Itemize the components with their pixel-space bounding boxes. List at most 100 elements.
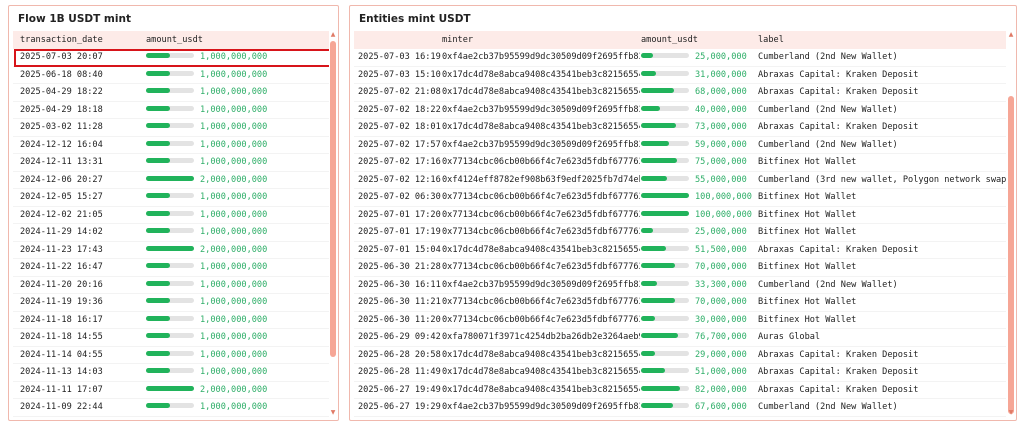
amount-value: 55,000,000 — [695, 174, 747, 185]
label-cell: Abraxas Capital: Kraken Deposit — [758, 244, 919, 255]
amount-cell: 1,000,000,000 — [146, 329, 326, 347]
minter-address-cell: 0xf4ae2cb37b95599d9dc30509d09f2695ffb830… — [442, 279, 640, 290]
table-row[interactable]: 2025-06-27 19:29 0xf4ae2cb37b95599d9dc305… — [354, 399, 1006, 417]
scrollbar-thumb[interactable] — [1008, 96, 1014, 414]
table-row[interactable]: 2025-07-02 06:30 0x77134cbc06cb00b66f4c7e… — [354, 189, 1006, 207]
caret-down-icon[interactable]: ▼ — [329, 409, 337, 417]
amount-cell: 2,000,000,000 — [146, 242, 326, 260]
flow-mint-table: transaction_date amount_usdt 2025-07-03 … — [13, 31, 336, 417]
minter-address-cell: 0xf4ae2cb37b95599d9dc30509d09f2695ffb830… — [442, 139, 640, 150]
vertical-scrollbar[interactable]: ▲ ▼ — [329, 31, 337, 417]
amount-value: 29,000,000 — [695, 349, 747, 360]
minter-address-cell: 0x77134cbc06cb00b66f4c7e623d5fdbf6777635… — [442, 192, 640, 202]
amount-value: 70,000,000 — [695, 262, 747, 272]
table-row[interactable]: 2024-11-11 17:07 2,000,000,000 — [13, 382, 335, 399]
amount-value: 1,000,000,000 — [200, 87, 268, 97]
amount-value: 2,000,000,000 — [200, 384, 268, 395]
caret-up-icon[interactable]: ▲ — [329, 31, 337, 39]
date-cell: 2025-07-01 17:19 — [358, 227, 441, 237]
table-row[interactable]: 2025-07-02 12:16 0xf4124eff8782ef908b63f9… — [354, 172, 1006, 190]
transaction-date-cell: 2024-11-19 19:36 — [20, 297, 103, 307]
table-row[interactable]: 2025-07-02 17:57 0xf4ae2cb37b95599d9dc305… — [354, 137, 1006, 155]
label-cell: Abraxas Capital: Kraken Deposit — [758, 384, 919, 395]
minter-address-cell: 0xf4ae2cb37b95599d9dc30509d09f2695ffb830… — [442, 402, 640, 412]
table-row[interactable]: 2025-04-29 18:22 1,000,000,000 — [13, 84, 335, 102]
table-row[interactable]: 2025-07-01 17:20 0x77134cbc06cb00b66f4c7e… — [354, 207, 1006, 224]
amount-bar-fill — [641, 193, 689, 198]
table-row[interactable]: 2024-12-02 21:05 1,000,000,000 — [13, 207, 335, 224]
transaction-date-cell: 2024-12-12 16:04 — [20, 139, 103, 150]
table-row[interactable]: 2024-11-22 16:47 1,000,000,000 — [13, 259, 335, 277]
label-cell: Bitfinex Hot Wallet — [758, 297, 857, 307]
amount-bar — [641, 105, 689, 111]
table-row[interactable]: 2025-07-01 17:19 0x77134cbc06cb00b66f4c7e… — [354, 224, 1006, 242]
table-row[interactable]: 2024-11-14 04:55 1,000,000,000 — [13, 347, 335, 364]
table-row[interactable]: 2024-11-13 14:03 1,000,000,000 — [13, 364, 335, 382]
table-row[interactable]: 2025-07-02 18:01 0x17dc4d78e8abca9408c435… — [354, 119, 1006, 137]
table-row[interactable]: 2024-11-19 19:36 1,000,000,000 — [13, 294, 335, 312]
table-row[interactable]: 2025-07-03 20:07 1,000,000,000 — [13, 49, 335, 67]
table-row[interactable]: 2024-11-29 14:02 1,000,000,000 — [13, 224, 335, 242]
table-row[interactable]: 2024-12-05 15:27 1,000,000,000 — [13, 189, 335, 207]
amount-cell: 55,000,000 — [641, 172, 756, 190]
table-row[interactable]: 2025-06-28 11:49 0x17dc4d78e8abca9408c435… — [354, 364, 1006, 382]
amount-bar-fill — [641, 385, 681, 391]
caret-up-icon[interactable]: ▲ — [1007, 31, 1015, 39]
table-row[interactable]: 2024-11-09 22:44 1,000,000,000 — [13, 399, 335, 417]
amount-bar — [146, 315, 194, 321]
table-row[interactable]: 2025-06-27 19:49 0x17dc4d78e8abca9408c435… — [354, 382, 1006, 399]
column-header-transaction-date[interactable]: transaction_date — [20, 31, 103, 49]
vertical-scrollbar[interactable]: ▲ ▼ — [1007, 31, 1015, 417]
table-row[interactable]: 2025-06-30 11:21 0x77134cbc06cb00b66f4c7e… — [354, 294, 1006, 312]
table-row[interactable]: 2024-11-18 14:55 1,000,000,000 — [13, 329, 335, 347]
table-row[interactable]: 2025-07-02 21:08 0x17dc4d78e8abca9408c435… — [354, 84, 1006, 102]
amount-bar-fill — [641, 105, 661, 111]
amount-value: 76,700,000 — [695, 332, 747, 342]
amount-cell: 75,000,000 — [641, 154, 756, 172]
minter-address-cell: 0xf4ae2cb37b95599d9dc30509d09f2695ffb830… — [442, 104, 640, 115]
column-header-label[interactable]: label — [758, 31, 1006, 49]
table-body: 2025-07-03 16:19 0xf4ae2cb37b95599d9dc305… — [354, 49, 1006, 417]
caret-down-icon[interactable]: ▼ — [1007, 409, 1015, 417]
table-row[interactable]: 2024-11-20 20:16 1,000,000,000 — [13, 277, 335, 294]
table-row[interactable]: 2025-04-29 18:18 1,000,000,000 — [13, 102, 335, 119]
amount-value: 1,000,000,000 — [200, 157, 268, 167]
minter-address-cell: 0x77134cbc06cb00b66f4c7e623d5fdbf6777635… — [442, 209, 640, 220]
scrollbar-thumb[interactable] — [330, 41, 336, 357]
column-header-amount-usdt[interactable]: amount_usdt — [146, 31, 326, 49]
table-row[interactable]: 2025-07-03 15:10 0x17dc4d78e8abca9408c435… — [354, 67, 1006, 84]
column-header-minter[interactable]: minter — [442, 31, 640, 49]
transaction-date-cell: 2024-11-18 16:17 — [20, 314, 103, 325]
table-row[interactable]: 2025-06-29 09:42 0xfa780071f3971c4254db2b… — [354, 329, 1006, 347]
amount-cell: 59,000,000 — [641, 137, 756, 155]
table-row[interactable]: 2025-07-01 15:04 0x17dc4d78e8abca9408c435… — [354, 242, 1006, 260]
table-row[interactable]: 2025-06-28 20:58 0x17dc4d78e8abca9408c435… — [354, 347, 1006, 364]
date-cell: 2025-07-01 15:04 — [358, 244, 441, 255]
amount-bar — [146, 298, 194, 303]
table-row[interactable]: 2025-06-30 21:28 0x77134cbc06cb00b66f4c7e… — [354, 259, 1006, 277]
table-row[interactable]: 2024-12-06 20:27 2,000,000,000 — [13, 172, 335, 189]
date-cell: 2025-07-02 21:08 — [358, 87, 441, 97]
table-row[interactable]: 2025-06-30 11:20 0x77134cbc06cb00b66f4c7e… — [354, 312, 1006, 329]
table-row[interactable]: 2025-07-03 16:19 0xf4ae2cb37b95599d9dc305… — [354, 49, 1006, 67]
amount-bar — [146, 53, 194, 58]
column-header-amount-usdt[interactable]: amount_usdt — [641, 31, 756, 49]
amount-bar-fill — [146, 175, 194, 181]
amount-bar-fill — [146, 53, 170, 58]
date-cell: 2025-06-27 19:29 — [358, 402, 441, 412]
amount-cell: 51,500,000 — [641, 242, 756, 260]
amount-cell: 25,000,000 — [641, 49, 756, 67]
table-row[interactable]: 2024-12-12 16:04 1,000,000,000 — [13, 137, 335, 154]
amount-cell: 51,000,000 — [641, 364, 756, 382]
table-row[interactable]: 2025-07-02 18:22 0xf4ae2cb37b95599d9dc305… — [354, 102, 1006, 119]
table-row[interactable]: 2024-11-23 17:43 2,000,000,000 — [13, 242, 335, 260]
table-row[interactable]: 2025-07-02 17:16 0x77134cbc06cb00b66f4c7e… — [354, 154, 1006, 172]
table-row[interactable]: 2024-12-11 13:31 1,000,000,000 — [13, 154, 335, 172]
table-row[interactable]: 2025-03-02 11:28 1,000,000,000 — [13, 119, 335, 137]
table-row[interactable]: 2025-06-30 16:11 0xf4ae2cb37b95599d9dc305… — [354, 277, 1006, 294]
amount-bar-fill — [641, 88, 674, 93]
minter-address-cell: 0xfa780071f3971c4254db2ba26db2e3264aeb9c… — [442, 332, 640, 342]
table-row[interactable]: 2024-11-18 16:17 1,000,000,000 — [13, 312, 335, 329]
minter-address-cell: 0x17dc4d78e8abca9408c43541beb3c821565540… — [442, 122, 640, 132]
table-row[interactable]: 2025-06-18 08:40 1,000,000,000 — [13, 67, 335, 84]
